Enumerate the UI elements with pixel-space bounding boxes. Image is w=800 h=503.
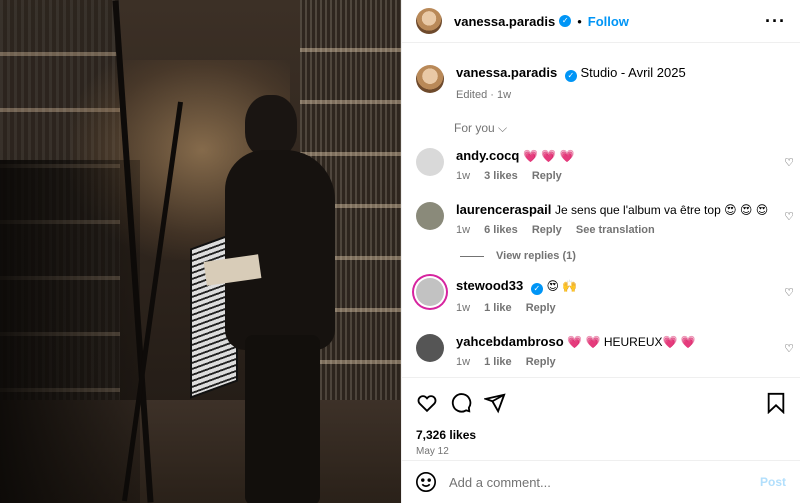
commenter-username[interactable]: yahcebdambroso <box>456 334 564 349</box>
follow-button[interactable]: Follow <box>588 14 629 29</box>
comment-likes[interactable]: 1 like <box>484 302 512 314</box>
comment-text: 💗 💗 💗 <box>522 149 575 163</box>
commenter-username[interactable]: laurenceraspail <box>456 202 551 217</box>
replies-line <box>460 255 484 257</box>
like-comment-heart-icon[interactable]: ♡ <box>784 286 794 299</box>
commenter-avatar[interactable] <box>416 202 444 230</box>
share-paper-plane-icon[interactable] <box>484 392 506 414</box>
verified-badge-icon: ✓ <box>564 70 577 82</box>
comment-item: stewood33 ✓ 😍 🙌 1w 1 like Reply ♡ <box>402 278 800 314</box>
comment-item: yahcebdambroso 💗 💗 HEUREUX💗 💗 1w 1 like … <box>402 334 800 368</box>
save-bookmark-icon[interactable] <box>766 392 786 414</box>
like-comment-heart-icon[interactable]: ♡ <box>784 210 794 223</box>
author-avatar[interactable] <box>416 8 442 34</box>
comment-likes[interactable]: 6 likes <box>484 224 518 236</box>
post-details-panel: vanessa.paradis ✓ • Follow ··· vanessa.p… <box>401 0 800 503</box>
caption-username[interactable]: vanessa.paradis <box>456 65 557 80</box>
commenter-username[interactable]: andy.cocq <box>456 148 519 163</box>
comment-item: andy.cocq 💗 💗 💗 1w 3 likes Reply ♡ <box>402 148 800 182</box>
comment-likes[interactable]: 3 likes <box>484 170 518 182</box>
author-username[interactable]: vanessa.paradis <box>454 14 555 29</box>
reply-button[interactable]: Reply <box>526 302 556 314</box>
emoji-smiley-icon[interactable] <box>415 471 437 493</box>
comment-time: 1w <box>456 302 471 314</box>
photo-person <box>225 95 345 503</box>
post-photo[interactable] <box>0 0 401 503</box>
post-caption: vanessa.paradis ✓ Studio - Avril 2025 Ed… <box>402 43 800 101</box>
post-date: May 12 <box>416 446 449 457</box>
caption-meta: Edited · 1w <box>456 89 512 101</box>
comment-text: 😍 🙌 <box>546 279 578 293</box>
comment-text: Je sens que l'album va être top 😍 😍 😍 <box>555 203 769 217</box>
separator-dot: • <box>577 13 582 29</box>
comment-item: laurenceraspail Je sens que l'album va ê… <box>402 202 800 236</box>
reply-button[interactable]: Reply <box>532 224 562 236</box>
commenter-username[interactable]: stewood33 <box>456 278 523 293</box>
comment-time: 1w <box>456 356 471 368</box>
post-comment-button[interactable]: Post <box>760 475 786 489</box>
comment-sort-dropdown[interactable]: For you ⌵ <box>402 101 800 136</box>
caption-text: Studio - Avril 2025 <box>580 65 686 80</box>
reply-button[interactable]: Reply <box>532 170 562 182</box>
caption-avatar[interactable] <box>416 65 444 93</box>
see-translation-button[interactable]: See translation <box>576 224 655 236</box>
more-options-icon[interactable]: ··· <box>765 11 786 32</box>
likes-count[interactable]: 7,326 likes <box>416 428 786 442</box>
like-comment-heart-icon[interactable]: ♡ <box>784 156 794 169</box>
reply-button[interactable]: Reply <box>526 356 556 368</box>
post-header: vanessa.paradis ✓ • Follow ··· <box>402 0 800 43</box>
commenter-avatar[interactable] <box>416 334 444 362</box>
view-replies-button[interactable]: View replies (1) <box>402 236 800 262</box>
commenter-avatar[interactable] <box>416 148 444 176</box>
like-heart-icon[interactable] <box>416 392 438 414</box>
comments-section[interactable]: vanessa.paradis ✓ Studio - Avril 2025 Ed… <box>402 43 800 377</box>
commenter-avatar[interactable] <box>416 278 444 306</box>
verified-badge-icon: ✓ <box>559 15 572 27</box>
comment-likes[interactable]: 1 like <box>484 356 512 368</box>
comment-time: 1w <box>456 224 471 236</box>
comment-text: 💗 💗 HEUREUX💗 💗 <box>567 335 696 349</box>
comment-input[interactable]: Add a comment... <box>449 475 760 490</box>
comment-time: 1w <box>456 170 471 182</box>
like-comment-heart-icon[interactable]: ♡ <box>784 342 794 355</box>
add-comment-bar: Add a comment... Post <box>401 460 800 503</box>
verified-badge-icon: ✓ <box>530 283 543 295</box>
comment-bubble-icon[interactable] <box>450 392 472 414</box>
